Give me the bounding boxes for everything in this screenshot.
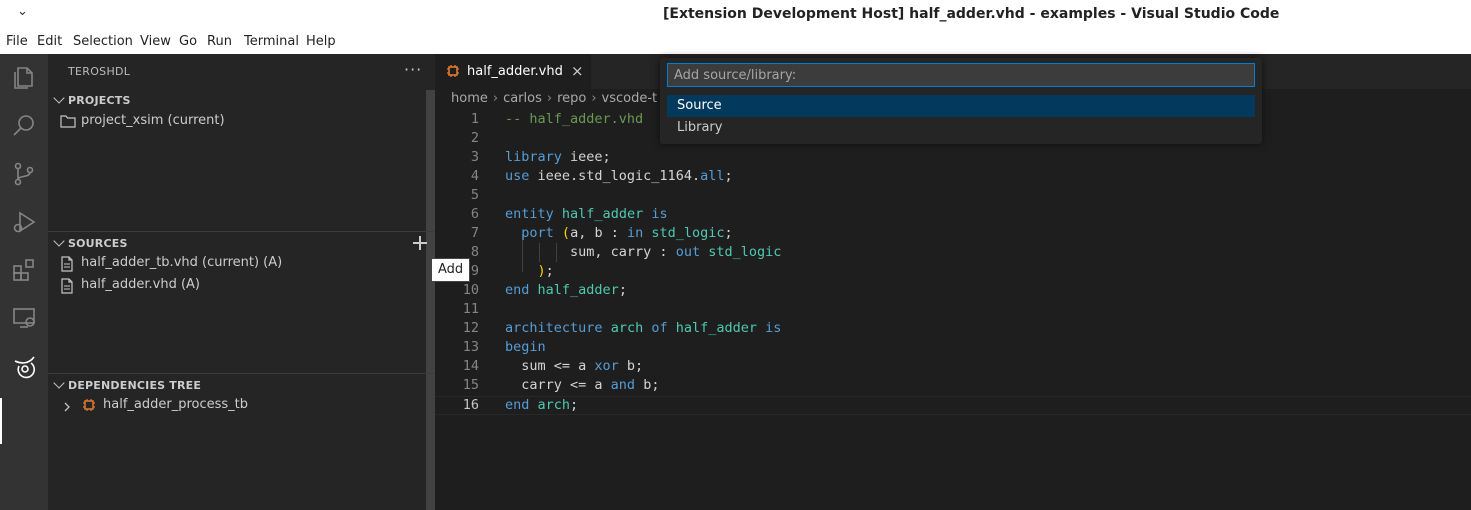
dependency-label: half_adder_process_tb bbox=[103, 397, 249, 412]
teroshdl-icon[interactable] bbox=[8, 350, 40, 382]
add-source-button[interactable] bbox=[412, 235, 428, 251]
project-label: project_xsim (current) bbox=[81, 113, 225, 128]
folder-icon bbox=[60, 114, 76, 132]
code-line: 5 bbox=[470, 187, 479, 203]
chevron-down-icon bbox=[53, 92, 65, 104]
breadcrumb-item[interactable]: home bbox=[451, 91, 488, 106]
code-line: 15 carry <= a and b; bbox=[462, 377, 660, 393]
dependencies-header-label: DEPENDENCIES TREE bbox=[68, 379, 202, 392]
remote-explorer-icon[interactable] bbox=[8, 302, 40, 334]
sidebar-title: TEROSHDL bbox=[68, 65, 131, 78]
chevron-right-icon: › bbox=[591, 91, 597, 106]
sidebar-scrollbar[interactable] bbox=[426, 90, 435, 510]
breadcrumb-item[interactable]: vscode-t bbox=[602, 91, 658, 106]
explorer-icon[interactable] bbox=[8, 62, 40, 94]
section-divider bbox=[48, 373, 435, 374]
code-line: 8 sum, carry : out std_logic bbox=[470, 244, 782, 260]
quick-pick-option-source[interactable]: Source bbox=[667, 95, 1255, 117]
menu-selection[interactable]: Selection bbox=[73, 34, 133, 49]
source-label: half_adder_tb.vhd (current) (A) bbox=[81, 255, 283, 270]
dependency-item[interactable]: half_adder_process_tb bbox=[60, 395, 420, 417]
source-label: half_adder.vhd (A) bbox=[81, 277, 200, 292]
code-line: 9 ); bbox=[470, 263, 554, 279]
breadcrumb-item[interactable]: repo bbox=[557, 91, 586, 106]
menu-file[interactable]: File bbox=[6, 34, 28, 49]
code-editor[interactable]: 1 -- half_adder.vhd 2 3 library ieee; 4 use… bbox=[435, 110, 1471, 510]
vhdl-file-icon bbox=[446, 64, 460, 78]
code-line: 4 use ieee.std_logic_1164.all; bbox=[470, 168, 733, 184]
projects-header-label: PROJECTS bbox=[68, 94, 131, 107]
teroshdl-sidebar: TEROSHDL ··· PROJECTS project_xsim (curr… bbox=[48, 54, 435, 510]
file-icon bbox=[60, 278, 74, 298]
code-line: 14 sum <= a xor b; bbox=[462, 358, 644, 374]
menu-view[interactable]: View bbox=[140, 34, 171, 49]
extensions-icon[interactable] bbox=[8, 254, 40, 286]
more-actions-icon[interactable]: ··· bbox=[404, 60, 422, 79]
tab-label: half_adder.vhd bbox=[467, 64, 563, 79]
add-tooltip: Add bbox=[431, 258, 471, 282]
code-line: 10 end half_adder; bbox=[462, 282, 627, 298]
dependencies-section-header[interactable]: DEPENDENCIES TREE bbox=[48, 375, 428, 397]
chevron-down-icon bbox=[53, 235, 65, 247]
chip-icon bbox=[82, 398, 96, 416]
code-line: 7 port (a, b : in std_logic; bbox=[470, 225, 733, 241]
menu-terminal[interactable]: Terminal bbox=[244, 34, 299, 49]
code-line: 6 entity half_adder is bbox=[470, 206, 668, 222]
source-control-icon[interactable] bbox=[8, 158, 40, 190]
menu-help[interactable]: Help bbox=[306, 34, 336, 49]
close-icon[interactable]: × bbox=[571, 62, 584, 80]
projects-section-header[interactable]: PROJECTS bbox=[48, 90, 428, 112]
breadcrumb: home › carlos › repo › vscode-t bbox=[451, 91, 657, 109]
chevron-right-icon bbox=[63, 401, 71, 416]
activity-bar bbox=[0, 54, 48, 510]
quick-pick: Source Library bbox=[660, 58, 1262, 144]
chevron-right-icon: › bbox=[492, 91, 499, 106]
chevron-right-icon: › bbox=[546, 91, 553, 106]
section-divider bbox=[48, 231, 435, 232]
tab-half-adder[interactable]: half_adder.vhd × bbox=[435, 54, 591, 89]
menu-go[interactable]: Go bbox=[179, 34, 197, 49]
menu-bar: File Edit Selection View Go Run Terminal… bbox=[0, 30, 1471, 54]
menu-run[interactable]: Run bbox=[207, 34, 232, 49]
code-line: 11 bbox=[462, 301, 479, 317]
active-view-indicator bbox=[0, 398, 2, 444]
source-item[interactable]: half_adder_tb.vhd (current) (A) bbox=[60, 253, 420, 275]
window-title: [Extension Development Host] half_adder.… bbox=[663, 6, 1280, 22]
sources-header-label: SOURCES bbox=[68, 237, 128, 250]
source-item[interactable]: half_adder.vhd (A) bbox=[60, 275, 420, 297]
file-icon bbox=[60, 256, 74, 276]
breadcrumb-item[interactable]: carlos bbox=[503, 91, 542, 106]
run-debug-icon[interactable] bbox=[8, 206, 40, 238]
title-bar: ⌄ [Extension Development Host] half_adde… bbox=[0, 0, 1471, 30]
chevron-down-icon bbox=[53, 377, 65, 389]
sources-section-header[interactable]: SOURCES bbox=[48, 233, 428, 255]
quick-pick-option-library[interactable]: Library bbox=[667, 117, 1255, 139]
search-icon[interactable] bbox=[8, 110, 40, 142]
quick-pick-input[interactable] bbox=[667, 63, 1255, 87]
code-line: 12 architecture arch of half_adder is bbox=[462, 320, 782, 336]
code-line-current: 16 end arch; bbox=[435, 396, 1471, 415]
code-line: 13 begin bbox=[462, 339, 546, 355]
menu-edit[interactable]: Edit bbox=[37, 34, 62, 49]
code-line: 3 library ieee; bbox=[470, 149, 611, 165]
project-item[interactable]: project_xsim (current) bbox=[60, 111, 420, 133]
